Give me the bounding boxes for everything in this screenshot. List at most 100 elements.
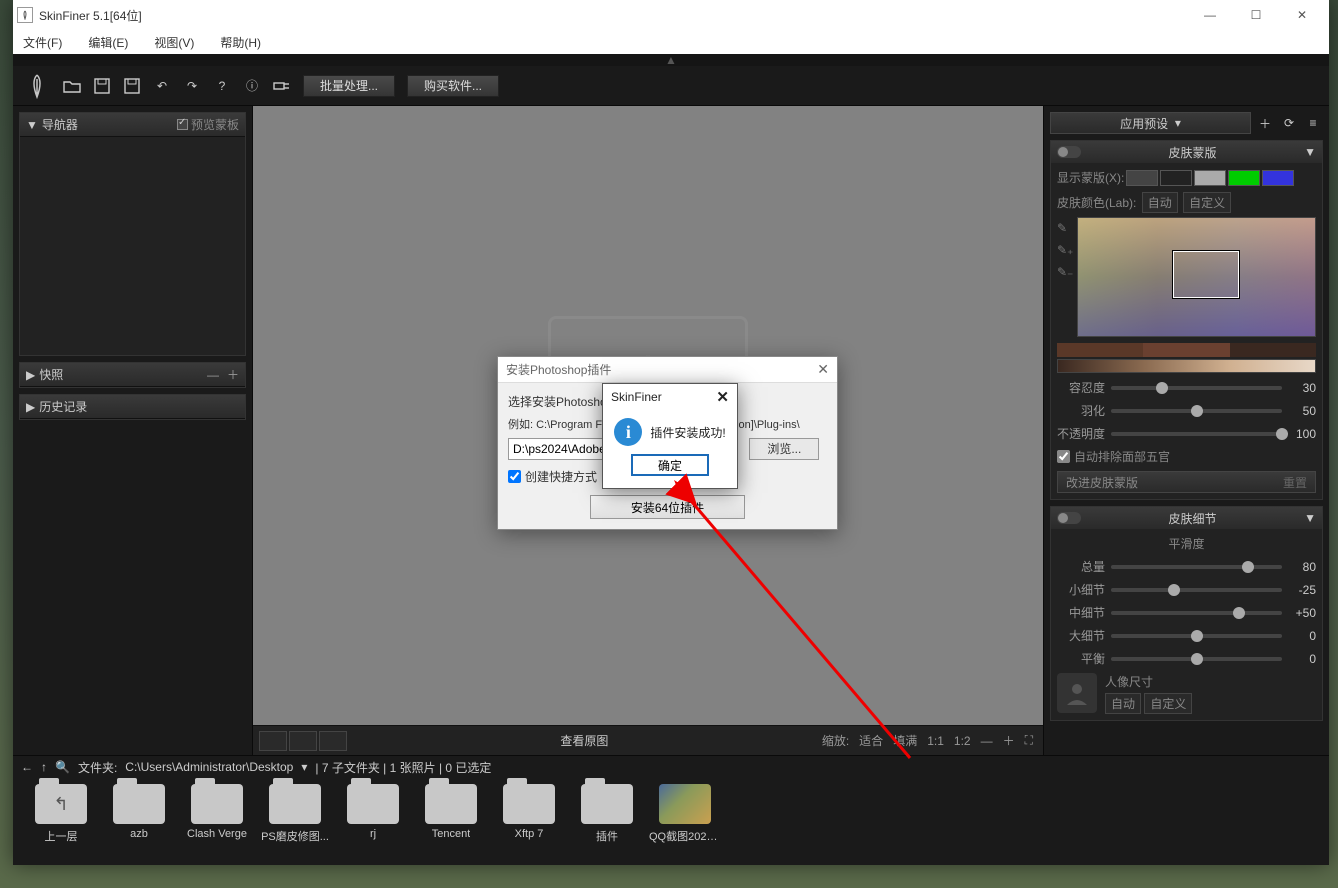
mask-swatch-green[interactable] (1228, 170, 1260, 186)
batch-button[interactable]: 批量处理... (303, 75, 395, 97)
undo-icon[interactable]: ↶ (153, 77, 171, 95)
eyedropper-sub-icon[interactable]: ✎₋ (1057, 265, 1073, 281)
balance-slider[interactable] (1111, 657, 1282, 661)
zoom-12[interactable]: 1:2 (954, 734, 971, 748)
preset-refresh-icon[interactable]: ⟳ (1279, 113, 1299, 133)
minimize-button[interactable]: — (1187, 0, 1233, 30)
path-dropdown-icon[interactable]: ▾ (301, 760, 307, 774)
chevron-down-icon: ▼ (1304, 145, 1316, 159)
menu-view[interactable]: 视图(V) (154, 34, 194, 51)
thumb-image[interactable]: QQ截图2024... (655, 784, 715, 859)
create-shortcut-checkbox[interactable] (508, 470, 521, 483)
folder-path[interactable]: C:\Users\Administrator\Desktop (125, 760, 293, 774)
thumb-folder[interactable]: rj (343, 784, 403, 859)
install-dialog-close-icon[interactable]: ✕ (817, 361, 829, 378)
skin-detail-toggle[interactable] (1057, 512, 1081, 524)
titlebar: SkinFiner 5.1[64位] — ☐ ✕ (13, 0, 1329, 30)
zoom-fit[interactable]: 适合 (859, 732, 883, 749)
skin-mask-header[interactable]: 皮肤蒙版 ▼ (1051, 141, 1322, 163)
ok-button[interactable]: 确定 (631, 454, 709, 476)
thumb-folder[interactable]: PS磨皮修图... (265, 784, 325, 859)
help-icon[interactable]: ? (213, 77, 231, 95)
search-icon[interactable]: 🔍 (55, 760, 70, 774)
preview-mask-checkbox[interactable] (177, 119, 188, 130)
tolerance-slider[interactable] (1111, 386, 1282, 390)
navigator-header[interactable]: ▼ 导航器 预览蒙板 (20, 113, 245, 137)
snapshot-plus-icon[interactable]: ＋ (227, 366, 239, 383)
portrait-custom[interactable]: 自定义 (1144, 693, 1192, 714)
small-detail-slider[interactable] (1111, 588, 1282, 592)
saveas-icon[interactable] (123, 77, 141, 95)
fullscreen-icon[interactable]: ⛶ (1025, 733, 1033, 748)
auto-button[interactable]: 自动 (1142, 192, 1178, 213)
feather-slider[interactable] (1111, 409, 1282, 413)
save-icon[interactable] (93, 77, 111, 95)
thumb-folder[interactable]: Xftp 7 (499, 784, 559, 859)
view-original-button[interactable]: 查看原图 (347, 732, 822, 749)
mask-swatch-3[interactable] (1194, 170, 1226, 186)
back-icon[interactable]: ← (21, 760, 33, 774)
history-header[interactable]: ▶ 历史记录 (20, 395, 245, 419)
color-selection[interactable] (1173, 251, 1239, 298)
thumb-folder[interactable]: 插件 (577, 784, 637, 859)
close-button[interactable]: ✕ (1279, 0, 1325, 30)
zoom-plus-icon[interactable]: ＋ (1003, 732, 1015, 749)
large-detail-slider[interactable] (1111, 634, 1282, 638)
eyedropper-icon[interactable]: ✎ (1057, 221, 1073, 237)
up-icon[interactable]: ↑ (41, 760, 47, 774)
thumb-folder[interactable]: Clash Verge (187, 784, 247, 859)
preset-add-icon[interactable]: ＋ (1255, 113, 1275, 133)
breadcrumb: ← ↑ 🔍 文件夹: C:\Users\Administrator\Deskto… (13, 756, 1329, 778)
skin-tone-strip[interactable] (1057, 359, 1316, 373)
open-icon[interactable] (63, 77, 81, 95)
preview-mask-label: 预览蒙板 (191, 116, 239, 133)
thumb-folder[interactable]: Tencent (421, 784, 481, 859)
navigator-title: 导航器 (42, 116, 78, 133)
browse-button[interactable]: 浏览... (749, 438, 819, 460)
amount-slider[interactable] (1111, 565, 1282, 569)
plugin-icon[interactable] (273, 77, 291, 95)
info-icon[interactable]: ⓘ (243, 77, 261, 95)
collapse-top-strip[interactable]: ▲ (13, 54, 1329, 66)
snapshot-title: 快照 (39, 366, 63, 383)
info-icon: i (614, 418, 642, 446)
menu-file[interactable]: 文件(F) (23, 34, 62, 51)
portrait-size-label: 人像尺寸 (1105, 673, 1192, 690)
view-mode-split-h[interactable] (319, 731, 347, 751)
custom-button[interactable]: 自定义 (1183, 192, 1231, 213)
improve-mask-button[interactable]: 改进皮肤蒙版重置 (1057, 471, 1316, 493)
opacity-slider[interactable] (1111, 432, 1282, 436)
zoom-11[interactable]: 1:1 (927, 734, 944, 748)
lab-color-picker[interactable] (1077, 217, 1316, 337)
view-mode-split-v[interactable] (289, 731, 317, 751)
portrait-auto[interactable]: 自动 (1105, 693, 1141, 714)
view-mode-single[interactable] (259, 731, 287, 751)
success-close-icon[interactable]: ✕ (716, 388, 729, 406)
mask-swatch-blue[interactable] (1262, 170, 1294, 186)
skin-mask-toggle[interactable] (1057, 146, 1081, 158)
snapshot-header[interactable]: ▶ 快照 — ＋ (20, 363, 245, 387)
zoom-minus-icon[interactable]: — (981, 734, 993, 748)
right-sidebar: 应用预设 ▾ ＋ ⟳ ≡ 皮肤蒙版 ▼ 显示蒙版(X): (1043, 106, 1329, 755)
maximize-button[interactable]: ☐ (1233, 0, 1279, 30)
menu-edit[interactable]: 编辑(E) (88, 34, 128, 51)
mask-swatch-2[interactable] (1160, 170, 1192, 186)
folder-stats: | 7 子文件夹 | 1 张照片 | 0 已选定 (315, 759, 491, 776)
redo-icon[interactable]: ↷ (183, 77, 201, 95)
preset-menu-icon[interactable]: ≡ (1303, 113, 1323, 133)
thumb-folder[interactable]: azb (109, 784, 169, 859)
install-64-button[interactable]: 安装64位插件 (590, 495, 745, 519)
zoom-fill[interactable]: 填满 (893, 732, 917, 749)
mid-detail-slider[interactable] (1111, 611, 1282, 615)
thumb-up[interactable]: 上一层 (31, 784, 91, 859)
buy-button[interactable]: 购买软件... (407, 75, 499, 97)
preset-dropdown[interactable]: 应用预设 ▾ (1050, 112, 1251, 134)
snapshot-minus-icon[interactable]: — (207, 368, 219, 382)
eyedropper-add-icon[interactable]: ✎₊ (1057, 243, 1073, 259)
skin-detail-header[interactable]: 皮肤细节 ▼ (1051, 507, 1322, 529)
mask-swatch-1[interactable] (1126, 170, 1158, 186)
auto-exclude-checkbox[interactable] (1057, 450, 1070, 463)
menu-help[interactable]: 帮助(H) (220, 34, 261, 51)
thumbnail-strip: 上一层 azb Clash Verge PS磨皮修图... rj Tencent… (13, 778, 1329, 865)
swatch-strip[interactable] (1057, 343, 1316, 357)
